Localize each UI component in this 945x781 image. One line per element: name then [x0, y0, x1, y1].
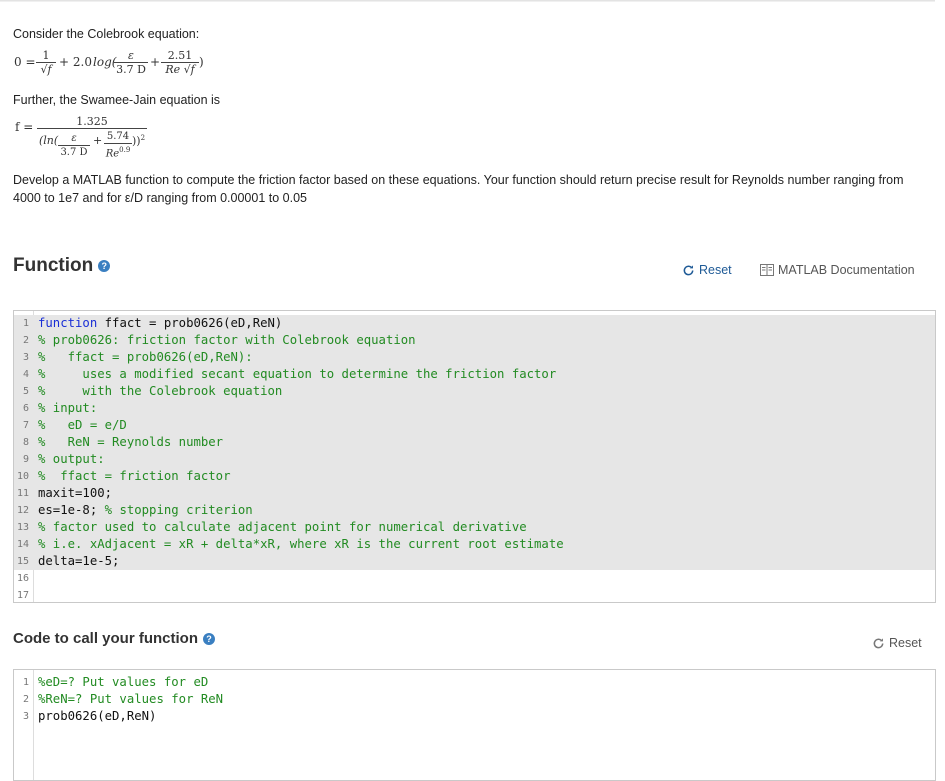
top-divider: [0, 0, 935, 2]
code-text: % prob0626: friction factor with Colebro…: [38, 333, 416, 347]
code-line[interactable]: 8 % ReN = Reynolds number: [14, 434, 935, 451]
code-line[interactable]: 14 % i.e. xAdjacent = xR + delta*xR, wher…: [14, 536, 935, 553]
code-text: % uses a modified secant equation to det…: [38, 367, 557, 381]
code-line[interactable]: 10 % ffact = friction factor: [14, 468, 935, 485]
eq2-main-fraction: 1.325: [37, 116, 147, 129]
code-line[interactable]: 3 prob0626(eD,ReN): [14, 708, 935, 725]
code-text: %ReN=? Put values for ReN: [38, 692, 224, 706]
eq1-close: ): [199, 55, 204, 69]
eq2-ln: (ln(: [39, 134, 59, 147]
line-number: 16: [16, 573, 29, 584]
line-number: 13: [16, 522, 29, 533]
code-line[interactable]: 1 %eD=? Put values for eD: [14, 674, 935, 691]
code-text: % ffact = prob0626(eD,ReN):: [38, 350, 253, 364]
code-text: % ReN = Reynolds number: [38, 435, 224, 449]
code-text: maxit=100;: [38, 486, 113, 500]
code-line[interactable]: 2 %ReN=? Put values for ReN: [14, 691, 935, 708]
line-number: 9: [22, 454, 29, 465]
code-text: % factor used to calculate adjacent poin…: [38, 520, 527, 534]
help-icon[interactable]: ?: [203, 633, 216, 646]
code-line[interactable]: 13 % factor used to calculate adjacent po…: [14, 519, 935, 536]
line-number: 1: [22, 318, 29, 329]
line-number: 2: [22, 694, 29, 705]
line-number: 4: [22, 369, 29, 380]
line-number: 6: [22, 403, 29, 414]
code-text: % input:: [38, 401, 98, 415]
code-line[interactable]: 17: [14, 587, 935, 604]
eq1-coefficient: + 2.0: [59, 55, 92, 69]
code-line[interactable]: 12 es=1e-8; % stopping criterion: [14, 502, 935, 519]
code-line[interactable]: 6 % input:: [14, 400, 935, 417]
reset-icon: [873, 637, 884, 648]
code-line[interactable]: 1 function ffact = prob0626(eD,ReN): [14, 315, 935, 332]
code-line[interactable]: 4 % uses a modified secant equation to de…: [14, 366, 935, 383]
eq2-fraction-e: ε 3.7 D: [58, 133, 90, 159]
eq1-fraction-3: 2.51 Re √f: [161, 50, 199, 76]
eq2-close: ))2: [132, 134, 146, 148]
line-number: 14: [16, 539, 29, 550]
intro-swamee-jain-text: Further, the Swamee-Jain equation is: [13, 93, 221, 107]
eq1-fraction-2: ε 3.7 D: [114, 50, 148, 76]
line-number: 3: [22, 352, 29, 363]
code-text: % ffact = friction factor: [38, 469, 231, 483]
function-heading: Function?: [13, 255, 111, 277]
line-number: 3: [22, 711, 29, 722]
line-number: 5: [22, 386, 29, 397]
line-number: 17: [16, 590, 29, 601]
code-line[interactable]: 3 % ffact = prob0626(eD,ReN):: [14, 349, 935, 366]
code-line[interactable]: 2 % prob0626: friction factor with Colebr…: [14, 332, 935, 349]
intro-colebrook-text: Consider the Colebrook equation:: [13, 27, 200, 41]
code-text: delta=1e-5;: [38, 554, 120, 568]
line-number: 11: [16, 488, 29, 499]
problem-description: Develop a MATLAB function to compute the…: [13, 173, 904, 205]
code-text: % i.e. xAdjacent = xR + delta*xR, where …: [38, 537, 564, 551]
eq1-log: log(: [93, 55, 117, 69]
code-text: %eD=? Put values for eD: [38, 675, 209, 689]
eq2-plus: +: [93, 134, 103, 147]
call-function-heading: Code to call your function?: [13, 630, 216, 647]
line-number: 7: [22, 420, 29, 431]
code-line[interactable]: 9 % output:: [14, 451, 935, 468]
line-number: 8: [22, 437, 29, 448]
eq1-fraction-1: 1 √f: [36, 50, 56, 76]
eq1-lhs: 0 =: [14, 55, 36, 69]
line-number: 15: [16, 556, 29, 567]
code-text: % with the Colebrook equation: [38, 384, 283, 398]
eq2-lhs: f =: [15, 120, 34, 134]
line-number: 12: [16, 505, 29, 516]
reset-icon: [683, 264, 694, 275]
code-text: function ffact = prob0626(eD,ReN): [38, 316, 283, 330]
code-line[interactable]: 11 maxit=100;: [14, 485, 935, 502]
function-code-editor[interactable]: 1 function ffact = prob0626(eD,ReN) 2 % pro…: [13, 310, 936, 603]
help-icon[interactable]: ?: [98, 259, 111, 272]
book-icon: [760, 264, 774, 276]
code-text: % output:: [38, 452, 105, 466]
code-line[interactable]: 16: [14, 570, 935, 587]
code-text: es=1e-8; % stopping criterion: [38, 503, 253, 517]
line-number: 1: [22, 677, 29, 688]
code-line[interactable]: 5 % with the Colebrook equation: [14, 383, 935, 400]
code-line[interactable]: 15 delta=1e-5;: [14, 553, 935, 570]
eq2-fraction-re: 5.74 Re0.9: [104, 131, 132, 160]
call-code-editor[interactable]: 1 %eD=? Put values for eD 2 %ReN=? Put valu…: [13, 669, 936, 781]
code-text: prob0626(eD,ReN): [38, 709, 157, 723]
function-reset-button[interactable]: Reset: [682, 263, 732, 277]
matlab-documentation-link[interactable]: MATLAB Documentation: [760, 263, 915, 277]
line-number: 10: [16, 471, 29, 482]
eq1-plus: +: [150, 55, 161, 69]
code-text: % eD = e/D: [38, 418, 127, 432]
code-line[interactable]: 7 % eD = e/D: [14, 417, 935, 434]
line-number: 2: [22, 335, 29, 346]
call-reset-button[interactable]: Reset: [872, 636, 922, 650]
